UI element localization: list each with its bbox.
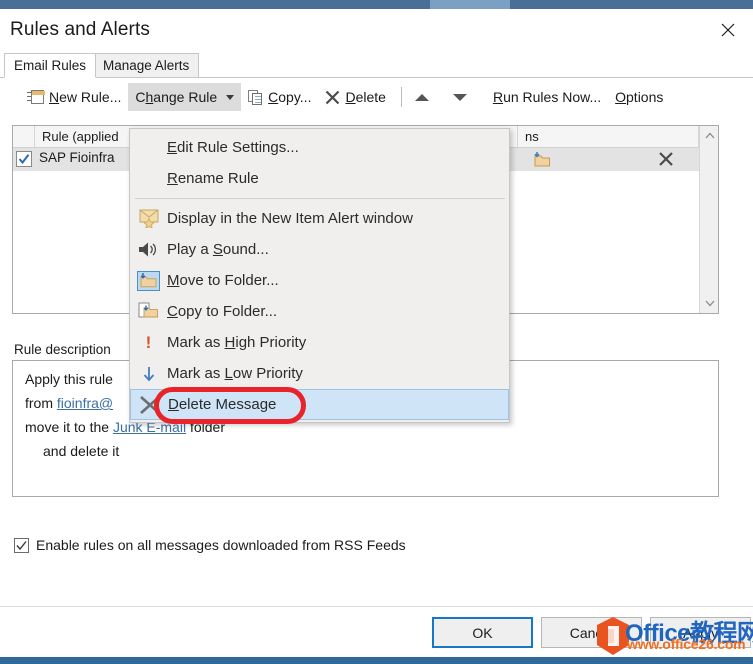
delete-action-icon (658, 151, 674, 170)
menu-item-mark-low-priority[interactable]: Mark as Low Priority (130, 358, 509, 389)
tab-email-rules-label: Email Rules (14, 58, 87, 73)
rss-feeds-option[interactable]: Enable rules on all messages downloaded … (14, 537, 406, 553)
menu-item-play-a-sound[interactable]: Play a Sound... (130, 234, 509, 265)
tab-email-rules[interactable]: Email Rules (4, 53, 97, 78)
tab-manage-alerts-label: Manage Alerts (103, 58, 190, 73)
run-rules-now-label: Run Rules Now... (492, 89, 602, 105)
new-rule-label: New Rule... (49, 89, 122, 105)
chevron-down-icon (226, 94, 235, 100)
background-ribbon-strip (0, 0, 753, 9)
rules-header-check (13, 126, 35, 147)
menu-item-label: Display in the New Item Alert window (167, 210, 413, 227)
ok-button[interactable]: OK (432, 617, 533, 648)
desc-line-4: and delete it (43, 443, 120, 459)
copy-to-folder-icon (130, 296, 167, 327)
menu-item-label: Move to Folder... (167, 272, 279, 289)
rss-checkbox[interactable] (14, 537, 29, 553)
menu-separator (135, 198, 505, 199)
menu-item-edit-rule-settings[interactable]: Edit Rule Settings... (130, 132, 509, 163)
menu-icon-placeholder (130, 132, 167, 163)
menu-icon-placeholder (130, 163, 167, 194)
rule-description-label: Rule description (14, 342, 111, 357)
arrow-down-icon[interactable] (448, 85, 472, 109)
new-rule-button[interactable]: New Rule... (20, 83, 128, 111)
delete-label: Delete (345, 89, 386, 105)
chevron-up-icon[interactable] (700, 126, 719, 145)
delete-message-icon (131, 389, 168, 420)
rules-header-actions: ns (518, 126, 699, 147)
menu-item-mark-high-priority[interactable]: ! Mark as High Priority (130, 327, 509, 358)
copy-button[interactable]: Copy... (241, 83, 318, 111)
menu-item-move-to-folder[interactable]: Move to Folder... (130, 265, 509, 296)
menu-item-label: Mark as High Priority (167, 334, 307, 351)
ribbon-strip-highlight (430, 0, 510, 9)
rss-checkbox-label: Enable rules on all messages downloaded … (36, 537, 406, 553)
run-rules-now-button[interactable]: Run Rules Now... (486, 83, 608, 111)
rule-enabled-checkbox[interactable] (16, 151, 32, 167)
move-to-folder-icon (532, 151, 552, 168)
new-item-alert-icon (130, 203, 167, 234)
rule-name: SAP Fioinfra (39, 150, 115, 165)
menu-item-label: Delete Message (168, 396, 277, 413)
button-bar-separator (0, 606, 753, 607)
menu-item-display-new-item-alert[interactable]: Display in the New Item Alert window (130, 203, 509, 234)
rules-toolbar: New Rule... Change Rule Copy... Delete R… (0, 78, 753, 116)
chevron-down-icon[interactable] (700, 294, 719, 313)
menu-item-label: Edit Rule Settings... (167, 139, 299, 156)
new-rule-icon (27, 89, 45, 105)
watermark-url: www.office26.com (627, 636, 746, 652)
change-rule-label: Change Rule (135, 89, 218, 105)
menu-item-label: Play a Sound... (167, 241, 269, 258)
rules-list-scrollbar[interactable] (699, 126, 718, 313)
rules-and-alerts-dialog: Rules and Alerts Email Rules Manage Aler… (0, 9, 753, 664)
menu-item-label: Mark as Low Priority (167, 365, 303, 382)
watermark: Office教程网 www.office26.com (595, 611, 753, 655)
menu-item-label: Copy to Folder... (167, 303, 278, 320)
page-title: Rules and Alerts (10, 19, 150, 40)
menu-item-copy-to-folder[interactable]: Copy to Folder... (130, 296, 509, 327)
speaker-icon (130, 234, 167, 265)
dialog-title-bar: Rules and Alerts (0, 9, 753, 53)
low-priority-icon (130, 358, 167, 389)
high-priority-icon: ! (145, 333, 152, 352)
copy-icon (248, 89, 263, 105)
change-rule-dropdown-menu: Edit Rule Settings... Rename Rule Displa… (129, 128, 510, 423)
delete-button[interactable]: Delete (318, 83, 392, 111)
menu-item-delete-message[interactable]: Delete Message (130, 389, 509, 420)
tab-strip: Email Rules Manage Alerts (0, 53, 753, 78)
move-to-folder-icon (130, 265, 167, 296)
toolbar-separator (400, 87, 402, 107)
close-icon[interactable] (709, 15, 747, 45)
window-bottom-accent (0, 657, 753, 664)
options-label: Options (615, 89, 664, 105)
sender-link[interactable]: fioinfra@ (57, 395, 113, 411)
arrow-up-icon[interactable] (410, 85, 434, 109)
menu-item-rename-rule[interactable]: Rename Rule (130, 163, 509, 194)
tab-manage-alerts[interactable]: Manage Alerts (93, 53, 200, 78)
menu-item-label: Rename Rule (167, 170, 259, 187)
change-rule-button[interactable]: Change Rule (128, 83, 242, 111)
copy-label: Copy... (268, 89, 312, 105)
options-button[interactable]: Options (608, 83, 670, 111)
delete-icon (325, 90, 340, 105)
